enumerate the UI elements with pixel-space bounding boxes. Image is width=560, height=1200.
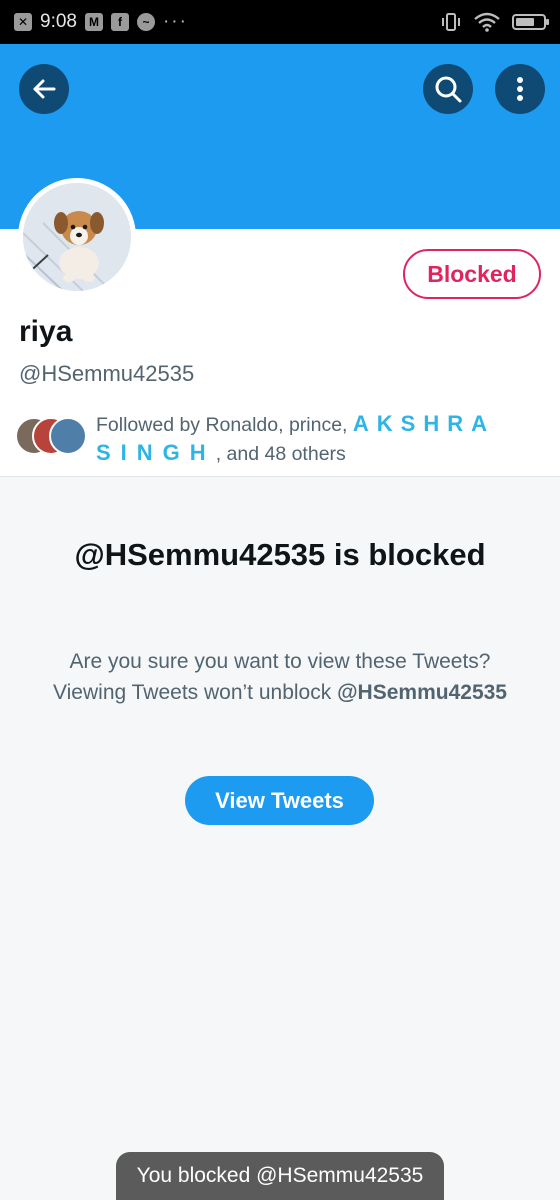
- more-notifications-icon: ···: [162, 11, 188, 32]
- blocked-description-handle: @HSemmu42535: [337, 681, 507, 704]
- blocked-title: @HSemmu42535 is blocked: [74, 537, 486, 572]
- wifi-icon: [474, 12, 500, 32]
- follower-avatar: [49, 417, 87, 455]
- toast-message: You blocked @HSemmu42535: [116, 1152, 444, 1200]
- view-tweets-button[interactable]: View Tweets: [185, 776, 374, 825]
- puppy-avatar-image: [23, 183, 131, 291]
- back-button[interactable]: [19, 64, 69, 114]
- vibrate-icon: [442, 13, 460, 31]
- messenger-icon: ~: [136, 13, 155, 31]
- more-vertical-icon: [517, 77, 523, 101]
- status-bar: ✕ 9:08 M f ~ ···: [0, 0, 560, 44]
- blocked-description: Are you sure you want to view these Twee…: [40, 646, 520, 708]
- facebook-icon: f: [110, 13, 129, 31]
- notification-x-icon: ✕: [14, 13, 32, 31]
- followed-by-stylized-name-1: AKSHRA: [352, 411, 496, 436]
- gmail-icon: M: [84, 13, 103, 31]
- arrow-left-icon: [33, 79, 56, 99]
- avatar[interactable]: [18, 178, 136, 296]
- profile-name: riya: [19, 315, 73, 348]
- followed-by-stylized-name-2: SINGH: [96, 440, 216, 465]
- battery-icon: [512, 14, 549, 30]
- more-options-button[interactable]: [495, 64, 545, 114]
- status-time: 9:08: [40, 11, 77, 32]
- blocked-button[interactable]: Blocked: [403, 249, 541, 299]
- followed-by-text[interactable]: Followed by Ronaldo, prince, AKSHRA SINGH…: [96, 410, 536, 468]
- profile-handle: @HSemmu42535: [19, 361, 195, 386]
- followers-avatars[interactable]: [15, 417, 91, 457]
- search-icon: [435, 76, 462, 103]
- followed-by-prefix: Followed by Ronaldo, prince,: [96, 414, 353, 436]
- followed-by-suffix: , and 48 others: [215, 443, 346, 465]
- search-button[interactable]: [423, 64, 473, 114]
